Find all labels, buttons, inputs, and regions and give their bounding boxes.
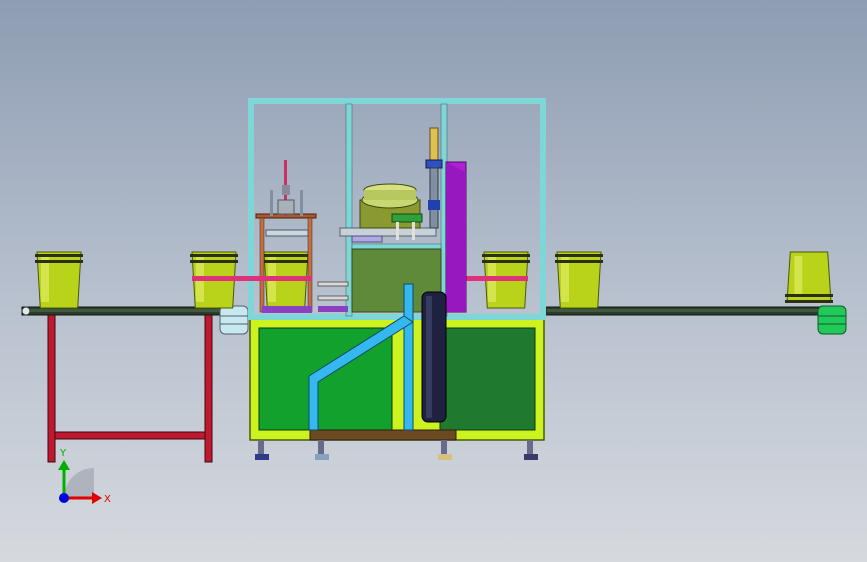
y-axis-label: Y [59, 448, 67, 459]
bucket [555, 251, 603, 309]
bucket [35, 251, 83, 309]
right-rail [462, 276, 528, 281]
bucket [785, 251, 833, 303]
left-conveyor [21, 305, 249, 335]
drum [421, 291, 447, 423]
left-rail [192, 276, 312, 281]
machine-base [249, 317, 545, 460]
x-axis-label: X [104, 494, 111, 505]
feeder-bowl [339, 183, 437, 243]
right-conveyor [544, 305, 847, 335]
cad-viewport[interactable]: Y X [0, 0, 867, 562]
z-axis-dot [59, 493, 69, 503]
left-table [47, 313, 213, 463]
coordinate-triad: Y X [58, 448, 111, 505]
